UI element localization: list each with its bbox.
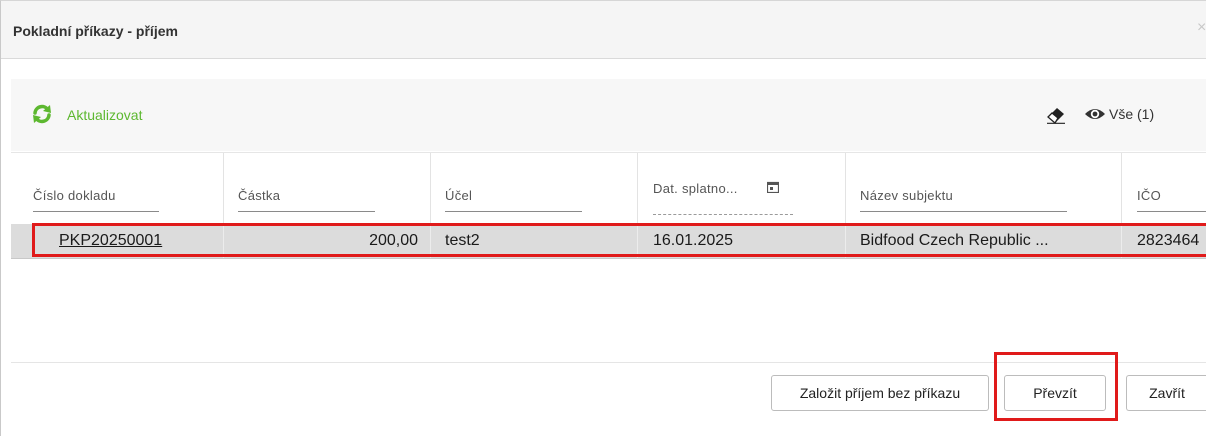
filter-field-castka[interactable] (238, 211, 375, 212)
column-header-cislo[interactable]: Číslo dokladu (33, 188, 116, 203)
close-icon[interactable]: × (1197, 19, 1206, 37)
grid-header: Číslo dokladu Částka Účel Dat. splatno..… (11, 152, 1206, 225)
dialog-titlebar: Pokladní příkazy - příjem × (1, 1, 1206, 59)
filter-field-datum[interactable] (653, 214, 793, 215)
filter-field-ico[interactable] (1137, 211, 1206, 212)
dialog-title: Pokladní příkazy - příjem (13, 23, 178, 39)
filter-all-label[interactable]: Vše (1) (1109, 106, 1154, 122)
filter-field-cislo[interactable] (33, 211, 159, 212)
toolbar: Aktualizovat Vše (1) (11, 79, 1206, 151)
filter-field-nazev[interactable] (860, 211, 1067, 212)
refresh-button[interactable]: Aktualizovat (67, 107, 142, 123)
dialog: Pokladní příkazy - příjem × Aktualizovat… (0, 0, 1206, 436)
calendar-icon[interactable] (767, 181, 779, 193)
column-separator (1121, 153, 1122, 225)
column-separator (845, 153, 846, 225)
button-highlight-annotation (994, 352, 1118, 421)
row-highlight-annotation (32, 223, 1206, 257)
eraser-icon[interactable] (1045, 106, 1067, 124)
column-header-ico[interactable]: IČO (1137, 188, 1161, 203)
refresh-icon[interactable] (31, 103, 53, 125)
column-separator (430, 153, 431, 225)
create-without-order-button[interactable]: Založit příjem bez příkazu (771, 375, 989, 411)
column-separator (637, 153, 638, 225)
column-header-nazev[interactable]: Název subjektu (860, 188, 953, 203)
close-button[interactable]: Zavřít (1126, 375, 1206, 411)
column-header-castka[interactable]: Částka (238, 188, 280, 203)
spacer (1, 59, 1206, 79)
column-header-datum[interactable]: Dat. splatno... (653, 181, 738, 196)
column-header-ucel[interactable]: Účel (445, 188, 472, 203)
eye-icon[interactable] (1084, 106, 1106, 122)
column-separator (223, 153, 224, 225)
filter-field-ucel[interactable] (445, 211, 582, 212)
